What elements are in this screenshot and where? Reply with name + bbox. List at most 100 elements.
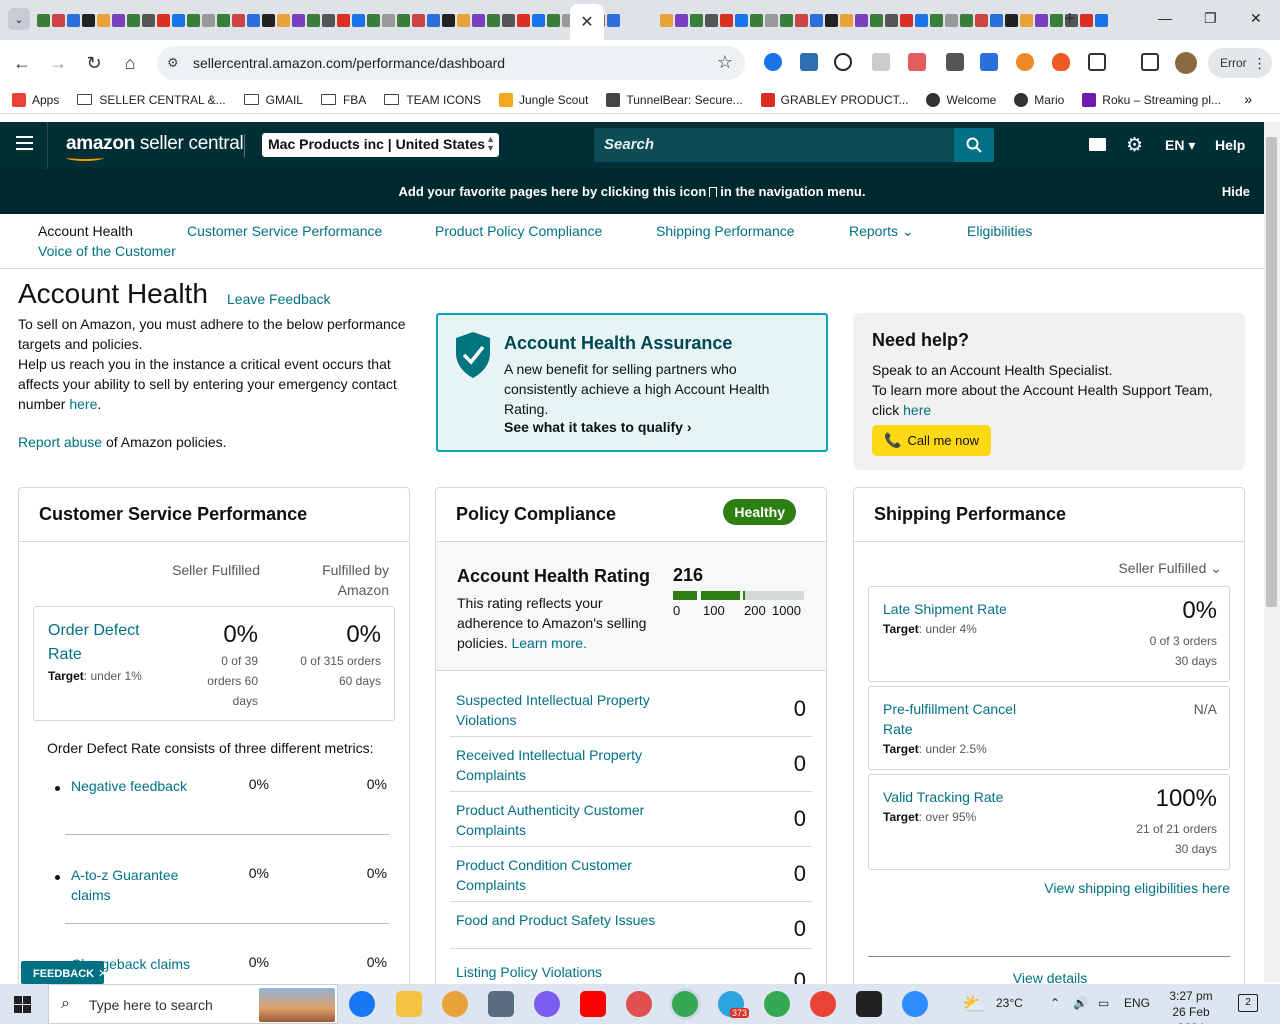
tab-search-icon[interactable]: ⌄ — [8, 8, 30, 30]
tab-reports[interactable]: Reports ⌄ — [849, 223, 914, 240]
bookmark-item[interactable]: SELLER CENTRAL &... — [77, 93, 226, 107]
bookmark-item[interactable]: Apps — [12, 92, 59, 107]
tab-voice-of-customer[interactable]: Voice of the Customer — [38, 243, 176, 259]
bookmark-star-icon[interactable]: ☆ — [717, 52, 733, 73]
bookmark-item[interactable]: Jungle Scout — [498, 92, 588, 107]
tab-favicon[interactable] — [765, 13, 778, 27]
shipping-eligibilities-link[interactable]: View shipping eligibilities here — [1044, 880, 1230, 896]
tab-favicon[interactable] — [825, 13, 838, 27]
tab-favicon[interactable] — [750, 13, 763, 27]
tab-favicon[interactable] — [67, 13, 80, 27]
tab-favicon[interactable] — [412, 13, 425, 27]
bookmark-item[interactable]: Mario — [1014, 92, 1064, 107]
extension-icon[interactable] — [908, 53, 926, 71]
facebook-icon[interactable] — [349, 991, 375, 1017]
zoom-icon[interactable] — [902, 991, 928, 1017]
leave-feedback-link[interactable]: Leave Feedback — [227, 291, 331, 307]
seller-central-logo[interactable]: amazon seller central — [66, 133, 244, 155]
tab-customer-service-performance[interactable]: Customer Service Performance — [187, 223, 382, 239]
home-icon[interactable]: ⌂ — [117, 50, 143, 76]
tab-favicon[interactable] — [307, 13, 320, 27]
tab-favicon[interactable] — [442, 13, 455, 27]
tab-favicon[interactable] — [232, 13, 245, 27]
tab-favicon[interactable] — [97, 13, 110, 27]
tab-favicon[interactable] — [690, 13, 703, 27]
tab-favicon[interactable] — [382, 13, 395, 27]
tab-favicon[interactable] — [292, 13, 305, 27]
cancel-rate-link[interactable]: Pre-fulfillment Cancel Rate — [883, 699, 1043, 739]
close-feedback-icon[interactable]: ✕ — [98, 968, 107, 980]
tab-favicon[interactable] — [960, 13, 973, 27]
bookmark-item[interactable]: Welcome — [926, 92, 996, 107]
tab-favicon[interactable] — [607, 13, 620, 27]
reload-button[interactable]: ↻ — [81, 50, 107, 76]
active-tab[interactable]: ✕ — [570, 4, 604, 40]
more-bookmarks-icon[interactable]: » — [1244, 91, 1252, 107]
new-tab-button[interactable]: + — [1064, 8, 1076, 30]
tab-account-health[interactable]: Account Health — [38, 223, 133, 239]
search-button[interactable] — [954, 128, 994, 162]
tab-favicon[interactable] — [37, 13, 50, 27]
tab-favicon[interactable] — [705, 13, 718, 27]
help-link[interactable]: Help — [1215, 137, 1245, 153]
tab-favicon[interactable] — [975, 13, 988, 27]
scrollbar-thumb[interactable] — [1266, 137, 1277, 607]
tab-strip[interactable] — [36, 8, 1108, 32]
tab-favicon[interactable] — [367, 13, 380, 27]
tab-favicon[interactable] — [157, 13, 170, 27]
tab-favicon[interactable] — [1035, 13, 1048, 27]
tab-favicon[interactable] — [1095, 13, 1108, 27]
tab-favicon[interactable] — [517, 13, 530, 27]
file-explorer-icon[interactable] — [396, 991, 422, 1017]
report-abuse-link[interactable]: Report abuse — [18, 434, 102, 450]
site-info-icon[interactable]: ⚙ — [167, 55, 179, 71]
off-extension-icon[interactable] — [946, 53, 964, 71]
tab-favicon[interactable] — [487, 13, 500, 27]
more-menu-icon[interactable]: ⋮ — [1253, 55, 1267, 72]
tab-favicon[interactable] — [990, 13, 1003, 27]
search-input[interactable]: Search — [594, 128, 954, 162]
policy-link[interactable]: Food and Product Safety Issues — [456, 910, 686, 930]
tab-favicon[interactable] — [915, 13, 928, 27]
chrome-profile-c-icon[interactable] — [810, 991, 836, 1017]
tab-favicon[interactable] — [1050, 13, 1063, 27]
bookmark-item[interactable]: GRABLEY PRODUCT... — [760, 92, 908, 107]
tab-shipping-performance[interactable]: Shipping Performance — [656, 223, 795, 239]
extensions-puzzle-icon[interactable] — [1088, 53, 1106, 71]
fba-extension-icon[interactable] — [800, 53, 818, 71]
tab-favicon[interactable] — [780, 13, 793, 27]
tab-product-policy-compliance[interactable]: Product Policy Compliance — [435, 223, 602, 239]
bookmark-item[interactable]: Roku – Streaming pl... — [1082, 92, 1221, 107]
copilot-icon[interactable] — [534, 991, 560, 1017]
tab-favicon[interactable] — [277, 13, 290, 27]
tab-favicon[interactable] — [735, 13, 748, 27]
tab-favicon[interactable] — [930, 13, 943, 27]
fulfillment-filter-dropdown[interactable]: Seller Fulfilled ⌄ — [1118, 560, 1222, 577]
tab-favicon[interactable] — [1005, 13, 1018, 27]
tab-favicon[interactable] — [502, 13, 515, 27]
policy-link[interactable]: Received Intellectual Property Complaint… — [456, 745, 686, 785]
tab-favicon[interactable] — [1080, 13, 1093, 27]
tab-favicon[interactable] — [855, 13, 868, 27]
bookmark-item[interactable]: FBA — [320, 93, 366, 107]
back-button[interactable]: ← — [9, 50, 35, 76]
close-window-button[interactable]: ✕ — [1250, 10, 1262, 27]
hamburger-menu-icon[interactable] — [16, 136, 33, 150]
tab-favicon[interactable] — [1020, 13, 1033, 27]
extension-icon[interactable] — [872, 53, 890, 71]
weather-temp[interactable]: 23°C — [996, 996, 1023, 1010]
call-me-now-button[interactable]: 📞 Call me now — [872, 425, 991, 456]
tab-favicon[interactable] — [660, 13, 673, 27]
tray-chevron-icon[interactable]: ⌃ — [1050, 996, 1060, 1010]
tab-favicon[interactable] — [202, 13, 215, 27]
tab-favicon[interactable] — [352, 13, 365, 27]
taskbar-clock[interactable]: 3:27 pm26 Feb 2024 — [1158, 988, 1224, 1024]
tab-favicon[interactable] — [900, 13, 913, 27]
tab-eligibilities[interactable]: Eligibilities — [967, 223, 1032, 239]
tab-favicon[interactable] — [217, 13, 230, 27]
tab-favicon[interactable] — [472, 13, 485, 27]
tab-favicon[interactable] — [427, 13, 440, 27]
tab-favicon[interactable] — [870, 13, 883, 27]
learn-more-link[interactable]: Learn more. — [511, 635, 586, 651]
tab-favicon[interactable] — [142, 13, 155, 27]
